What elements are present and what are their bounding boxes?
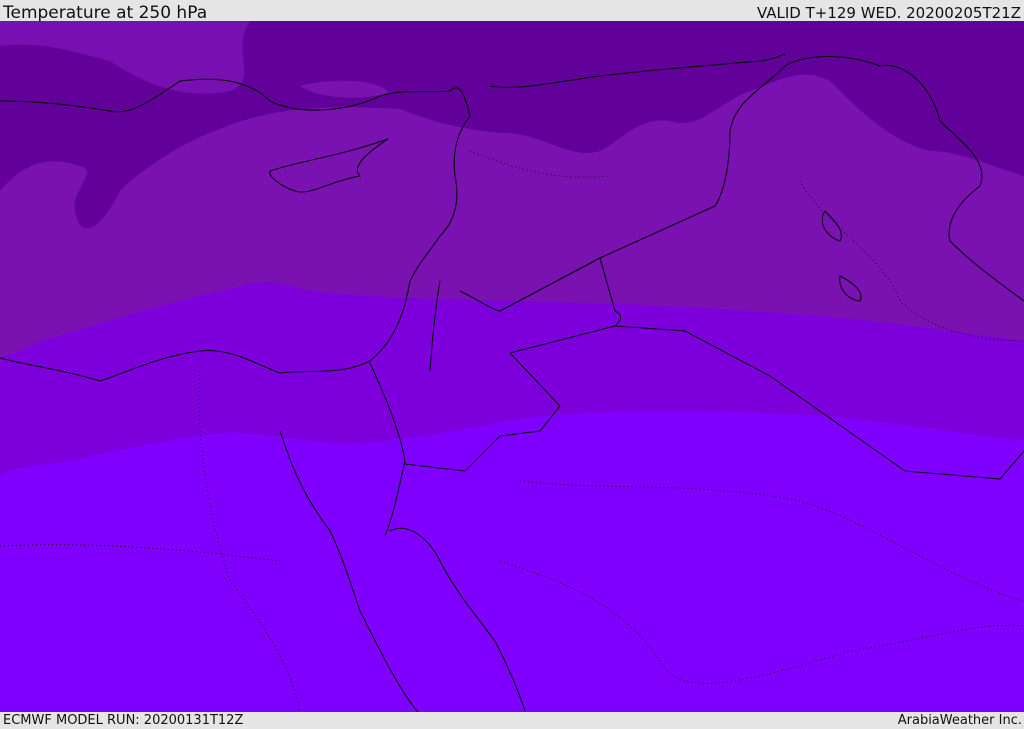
temperature-map (0, 21, 1024, 712)
credit-label: ArabiaWeather Inc. (897, 713, 1022, 728)
map-title: Temperature at 250 hPa (3, 3, 208, 23)
model-run: ECMWF MODEL RUN: 20200131T12Z (3, 713, 244, 728)
footer-bar: ECMWF MODEL RUN: 20200131T12Z ArabiaWeat… (0, 712, 1024, 729)
header-bar: Temperature at 250 hPa VALID T+129 WED. … (0, 0, 1024, 23)
valid-time: VALID T+129 WED. 20200205T21Z (756, 4, 1021, 22)
